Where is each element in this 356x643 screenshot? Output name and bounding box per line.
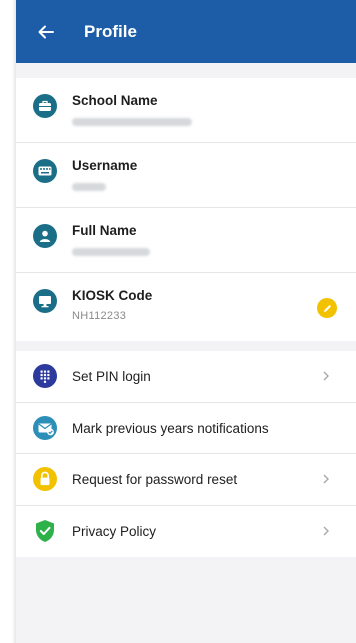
chevron-right-icon xyxy=(321,524,331,538)
back-button[interactable] xyxy=(34,20,58,44)
set-pin-login-item[interactable]: Set PIN login xyxy=(16,351,356,403)
mark-previous-notifications-label: Mark previous years notifications xyxy=(72,420,269,436)
settings-menu-card: Set PIN login Mark previous years notifi… xyxy=(16,351,356,557)
full-name-row: Full Name xyxy=(16,208,356,273)
kiosk-code-label: KIOSK Code xyxy=(72,288,153,303)
briefcase-icon xyxy=(33,94,57,118)
school-name-label: School Name xyxy=(72,93,158,108)
lock-icon xyxy=(33,467,57,491)
set-pin-login-label: Set PIN login xyxy=(72,369,151,384)
username-row: Username xyxy=(16,143,356,208)
full-name-label: Full Name xyxy=(72,223,137,238)
username-label: Username xyxy=(72,158,138,173)
keypad-icon xyxy=(33,364,57,388)
kiosk-code-row: KIOSK Code NH112233 xyxy=(16,273,356,338)
school-name-row: School Name xyxy=(16,78,356,143)
request-password-reset-label: Request for password reset xyxy=(72,472,238,487)
profile-screen: Profile School Name Username Full Name K… xyxy=(16,0,356,643)
arrow-left-icon xyxy=(38,25,54,38)
mail-check-icon xyxy=(33,415,57,440)
app-bar: Profile xyxy=(16,0,356,63)
person-icon xyxy=(33,224,57,248)
request-password-reset-item[interactable]: Request for password reset xyxy=(16,454,356,506)
keyboard-icon xyxy=(33,159,57,183)
edit-kiosk-code-button[interactable] xyxy=(317,298,337,318)
privacy-policy-label: Privacy Policy xyxy=(72,523,157,539)
pencil-icon xyxy=(323,304,331,312)
school-name-value-redacted xyxy=(72,118,192,126)
chevron-right-icon xyxy=(321,472,331,486)
profile-info-card: School Name Username Full Name KIOSK Cod… xyxy=(16,78,356,341)
shield-check-icon xyxy=(33,519,57,543)
privacy-policy-item[interactable]: Privacy Policy xyxy=(16,506,356,558)
mark-previous-notifications-item[interactable]: Mark previous years notifications xyxy=(16,403,356,454)
kiosk-code-value: NH112233 xyxy=(72,310,127,322)
username-value-redacted xyxy=(72,183,106,191)
monitor-icon xyxy=(33,289,57,313)
page-title: Profile xyxy=(84,21,137,41)
chevron-right-icon xyxy=(321,369,331,383)
full-name-value-redacted xyxy=(72,248,150,256)
